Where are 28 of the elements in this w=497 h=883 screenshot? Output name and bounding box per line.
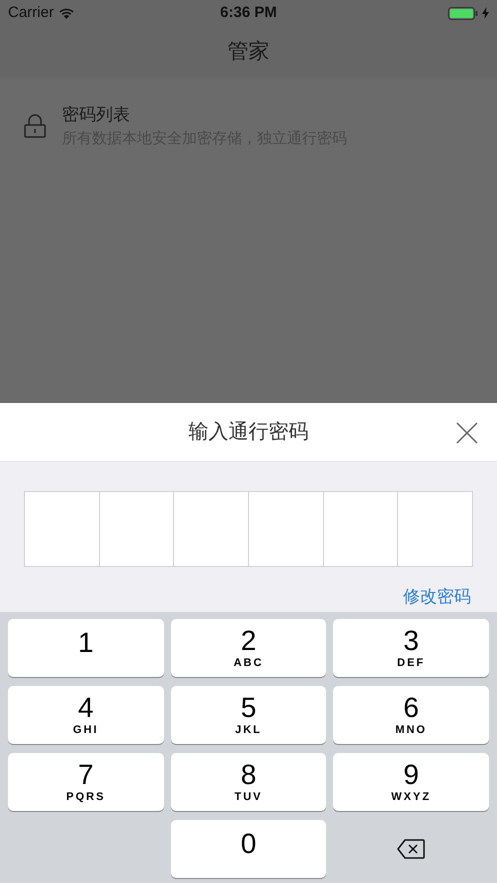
sheet-title: 输入通行密码 [188, 420, 308, 445]
digit-key[interactable]: 3 DEF [333, 619, 489, 677]
digit-key[interactable]: 1 [8, 619, 164, 677]
close-button[interactable] [455, 421, 479, 445]
item-title: 密码列表 [62, 104, 131, 126]
digit-key[interactable]: 2 ABC [170, 619, 326, 677]
change-password-link[interactable]: 修改密码 [403, 584, 471, 610]
battery-icon [448, 6, 478, 20]
code-box[interactable] [100, 492, 174, 566]
code-box[interactable] [249, 492, 323, 566]
backspace-icon [397, 839, 426, 859]
digit-key[interactable]: 0 [170, 820, 326, 878]
digit-key[interactable]: 9 WXYZ [333, 753, 489, 811]
digit-key[interactable]: 5 JKL [170, 686, 326, 744]
carrier-label: Carrier [8, 2, 54, 23]
time-label: 6:36 PM [220, 4, 277, 21]
wifi-icon [58, 7, 75, 19]
digit-key[interactable]: 6 MNO [333, 686, 489, 744]
code-box[interactable] [398, 492, 472, 566]
code-box[interactable] [324, 492, 398, 566]
digit-key[interactable]: 8 TUV [170, 753, 326, 811]
page-title: 管家 [228, 39, 270, 66]
lock-icon [24, 114, 46, 138]
digit-key[interactable]: 7 PQRS [8, 753, 164, 811]
charging-icon [482, 7, 489, 19]
code-box[interactable] [25, 492, 99, 566]
digit-key[interactable]: 4 GHI [8, 686, 164, 744]
code-box[interactable] [174, 492, 248, 566]
